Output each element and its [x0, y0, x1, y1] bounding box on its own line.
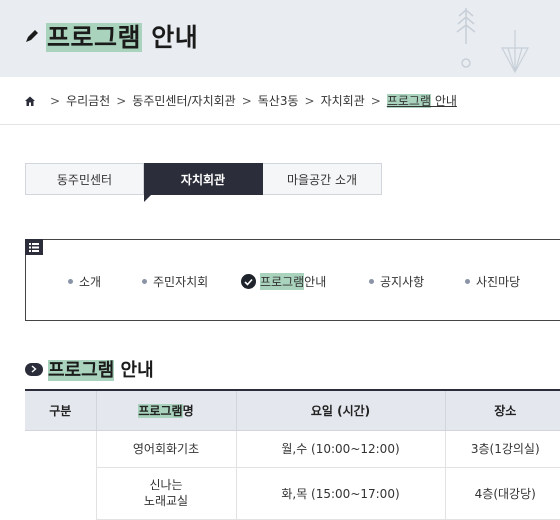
breadcrumb-separator: >	[370, 93, 381, 108]
subnav-item-intro[interactable]: 소개	[68, 273, 101, 290]
subnav-item-program-guide[interactable]: 프로그램 안내	[241, 273, 326, 290]
section-title: 프로그램 안내	[48, 360, 154, 381]
pencil-icon	[26, 30, 38, 42]
title-row: 프로그램 안내	[24, 18, 198, 54]
table-row: 영어회화기초 월,수 (10:00~12:00) 3층(1강의실)	[25, 430, 560, 519]
breadcrumb-item[interactable]: 자치회관	[321, 92, 365, 109]
sub-navigation: 소개 주민자치회 프로그램 안내 공지사항 사진마당	[25, 239, 560, 321]
bullet-dot-icon	[369, 279, 374, 284]
tab-bar: 동주민센터 자치회관 마을공간 소개	[25, 163, 382, 202]
subnav-item-residents-council[interactable]: 주민자치회	[142, 273, 208, 290]
header-divider	[0, 124, 560, 125]
chevron-right-icon	[25, 362, 43, 376]
breadcrumb-separator: >	[50, 93, 61, 108]
section-heading: 프로그램 안내	[25, 356, 154, 382]
table-cell-place: 3층(1강의실)	[445, 430, 560, 468]
table-cell-schedule: 월,수 (10:00~12:00)	[236, 430, 446, 468]
column-header-category: 구분	[25, 389, 97, 431]
table-cell-schedule: 화,목 (15:00~17:00)	[236, 467, 446, 520]
column-header-place: 장소	[445, 389, 560, 431]
decorative-circle-icon	[461, 58, 471, 68]
page-header: 프로그램 안내	[0, 0, 560, 77]
decorative-tree-icon	[456, 8, 476, 44]
table-row: 신나는 노래교실 화,목 (15:00~17:00) 4층(대강당)	[25, 467, 560, 520]
column-header-schedule: 요일 (시간)	[236, 389, 446, 431]
breadcrumb-separator: >	[241, 93, 252, 108]
menu-list-icon	[25, 239, 43, 255]
breadcrumb-item[interactable]: 독산3동	[258, 92, 299, 109]
subnav-item-notices[interactable]: 공지사항	[369, 273, 424, 290]
subnav-item-photo-gallery[interactable]: 사진마당	[465, 273, 520, 290]
breadcrumb-item[interactable]: 동주민센터/자치회관	[132, 92, 235, 109]
home-icon[interactable]	[24, 95, 36, 107]
breadcrumb-separator: >	[304, 93, 315, 108]
decorative-fan-icon	[500, 30, 530, 74]
table-cell-program-name: 영어회화기초	[96, 430, 237, 468]
bullet-dot-icon	[68, 279, 73, 284]
page-title: 프로그램 안내	[46, 23, 199, 52]
tab-autonomy-hall[interactable]: 자치회관	[144, 163, 263, 202]
breadcrumb-item[interactable]: 우리금천	[66, 92, 110, 109]
breadcrumb-separator: >	[116, 93, 127, 108]
tab-village-space[interactable]: 마을공간 소개	[263, 163, 382, 195]
bullet-dot-icon	[465, 279, 470, 284]
column-header-program-name: 프로그램명	[96, 389, 237, 431]
breadcrumb-current[interactable]: 프로그램 안내	[386, 92, 457, 109]
breadcrumb: > 우리금천 > 동주민센터/자치회관 > 독산3동 > 자치회관 > 프로그램…	[24, 92, 457, 109]
table-cell-program-name: 신나는 노래교실	[96, 467, 237, 520]
check-circle-icon	[241, 274, 256, 289]
bullet-dot-icon	[142, 279, 147, 284]
program-table: 구분 프로그램명 요일 (시간) 장소 영어회화기초 월,수 (10:00~12…	[25, 389, 560, 520]
table-cell-category	[25, 430, 97, 519]
table-cell-place: 4층(대강당)	[445, 467, 560, 520]
table-header-row: 구분 프로그램명 요일 (시간) 장소	[25, 389, 560, 431]
tab-community-center[interactable]: 동주민센터	[25, 163, 144, 195]
